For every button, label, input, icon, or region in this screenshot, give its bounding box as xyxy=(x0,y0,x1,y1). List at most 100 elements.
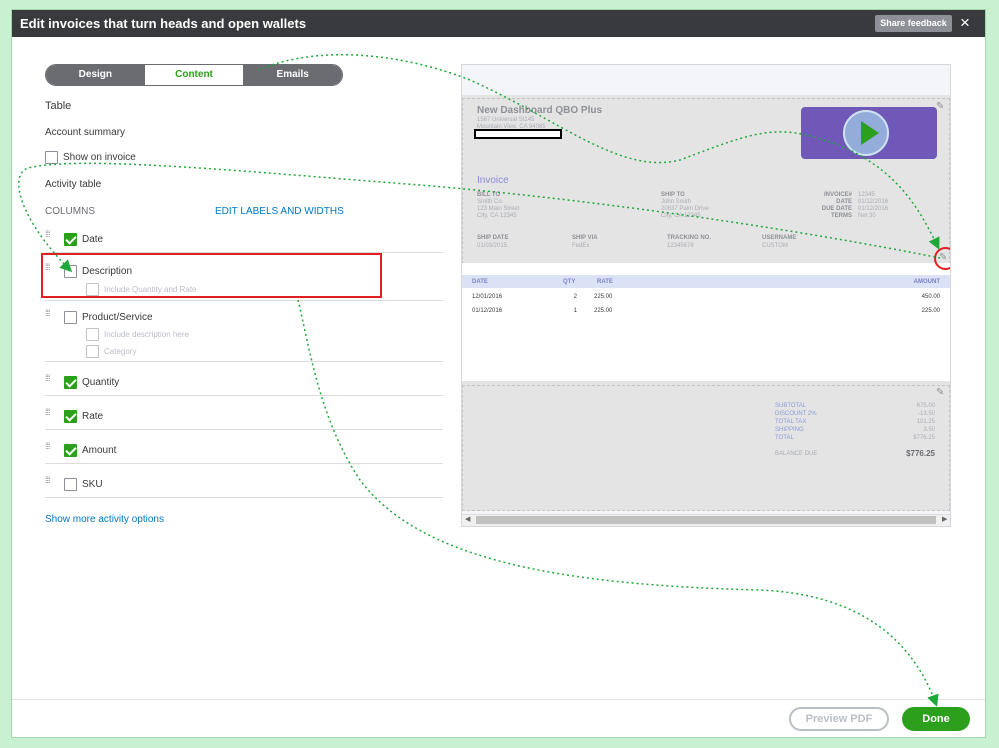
company-logo xyxy=(801,107,937,159)
divider xyxy=(45,300,443,301)
shipping-value: 3.50 xyxy=(923,427,935,433)
terms-value: Net 30 xyxy=(858,213,876,219)
shipping-label: SHIPPING xyxy=(775,427,804,433)
table-cell: 12/01/2016 xyxy=(472,294,503,300)
ship-to-line: 20637 Palm Drive xyxy=(661,206,709,212)
ship-to-line: John Smith xyxy=(661,199,692,205)
due-date-label: DUE DATE xyxy=(821,206,852,212)
ship-to-label: SHIP TO xyxy=(661,192,685,198)
show-on-invoice-label: Show on invoice xyxy=(63,152,136,163)
column-product-service-checkbox[interactable] xyxy=(64,311,77,324)
category-label: Category xyxy=(104,347,137,356)
total-tax-value: 101.25 xyxy=(916,419,935,425)
date-label: DATE xyxy=(836,199,852,205)
tab-content[interactable]: Content xyxy=(144,65,244,85)
scrollbar-thumb[interactable] xyxy=(476,516,936,524)
dialog-title: Edit invoices that turn heads and open w… xyxy=(20,16,307,31)
subtotal-value: 675.00 xyxy=(916,403,935,409)
bill-to-label: BILL TO xyxy=(477,192,501,198)
column-product-service-label: Product/Service xyxy=(82,312,153,323)
invoice-number-value: 12345 xyxy=(858,192,875,198)
discount-label: DISCOUNT 2% xyxy=(775,411,817,417)
account-summary-label: Account summary xyxy=(45,127,126,138)
ship-to-line: City, CA 12345 xyxy=(661,213,701,219)
include-description-checkbox[interactable] xyxy=(86,328,99,341)
balance-due-value: $776.25 xyxy=(906,449,935,458)
drag-handle-icon[interactable]: ⁞⁞⁞ xyxy=(45,230,50,239)
divider xyxy=(45,463,443,464)
content-tabs: Design Content Emails xyxy=(45,64,343,86)
table-cell: 2 xyxy=(573,294,577,300)
username-value: CUSTOM xyxy=(762,243,788,249)
table-header: QTY xyxy=(563,279,576,285)
pencil-highlight-circle xyxy=(934,247,950,270)
show-more-activity-link[interactable]: Show more activity options xyxy=(45,514,164,525)
drag-handle-icon[interactable]: ⁞⁞⁞ xyxy=(45,408,50,417)
terms-label: TERMS xyxy=(831,213,852,219)
column-rate-checkbox[interactable] xyxy=(64,410,77,423)
username-label: USERNAME xyxy=(762,235,797,241)
category-checkbox[interactable] xyxy=(86,345,99,358)
invoice-title: Invoice xyxy=(477,175,509,186)
table-cell: 01/12/2016 xyxy=(472,308,503,314)
table-cell: 225.00 xyxy=(594,308,613,314)
column-date-checkbox[interactable] xyxy=(64,233,77,246)
divider xyxy=(45,395,443,396)
table-header: DATE xyxy=(472,279,488,285)
edit-pencil-icon[interactable]: ✎ xyxy=(936,387,944,398)
section-title: Table xyxy=(45,100,72,112)
column-quantity-checkbox[interactable] xyxy=(64,376,77,389)
table-cell: 225.00 xyxy=(594,294,613,300)
total-label: TOTAL xyxy=(775,435,794,441)
table-header: RATE xyxy=(597,279,613,285)
tracking-label: TRACKING NO. xyxy=(667,235,711,241)
column-sku-checkbox[interactable] xyxy=(64,478,77,491)
activity-table-label: Activity table xyxy=(45,179,102,190)
balance-due-label: BALANCE DUE xyxy=(775,451,818,457)
drag-handle-icon[interactable]: ⁞⁞⁞ xyxy=(45,309,50,318)
tab-design[interactable]: Design xyxy=(46,65,145,85)
divider xyxy=(45,429,443,430)
redacted-bar xyxy=(474,129,562,139)
column-amount-label: Amount xyxy=(82,445,117,456)
edit-invoices-dialog: Edit invoices that turn heads and open w… xyxy=(12,10,985,737)
done-button[interactable]: Done xyxy=(902,707,970,731)
drag-handle-icon[interactable]: ⁞⁞⁞ xyxy=(45,476,50,485)
table-header-row xyxy=(462,275,950,288)
bill-to-line: Smith Co. xyxy=(477,199,504,205)
company-address-1: 1567 Universal St145 xyxy=(477,117,535,123)
table-cell: 450.00 xyxy=(921,294,940,300)
drag-handle-icon[interactable]: ⁞⁞⁞ xyxy=(45,374,50,383)
table-cell: 225.00 xyxy=(921,308,940,314)
ship-date-value: 01/03/2015 xyxy=(477,243,508,249)
table-header: AMOUNT xyxy=(913,279,940,285)
dialog-titlebar: Edit invoices that turn heads and open w… xyxy=(12,10,985,37)
divider xyxy=(45,361,443,362)
scroll-right-icon[interactable]: ▶ xyxy=(942,515,947,523)
total-tax-label: TOTAL TAX xyxy=(775,419,807,425)
column-date-label: Date xyxy=(82,234,104,245)
column-amount-checkbox[interactable] xyxy=(64,444,77,457)
preview-pdf-button[interactable]: Preview PDF xyxy=(789,707,889,731)
tab-emails[interactable]: Emails xyxy=(243,65,342,85)
description-highlight-box xyxy=(41,253,382,298)
table-cell: 1 xyxy=(573,308,577,314)
scroll-left-icon[interactable]: ◀ xyxy=(465,515,470,523)
columns-label: COLUMNS xyxy=(45,206,96,217)
bill-to-line: City, CA 12345 xyxy=(477,213,517,219)
edit-pencil-icon[interactable]: ✎ xyxy=(936,101,944,112)
column-quantity-label: Quantity xyxy=(82,377,120,388)
ship-date-label: SHIP DATE xyxy=(477,235,509,241)
drag-handle-icon[interactable]: ⁞⁞⁞ xyxy=(45,442,50,451)
edit-labels-link[interactable]: EDIT LABELS AND WIDTHS xyxy=(215,206,344,217)
show-on-invoice-checkbox[interactable] xyxy=(45,151,58,164)
close-icon[interactable]: × xyxy=(960,13,970,33)
discount-value: -13.50 xyxy=(917,411,935,417)
due-date-value: 01/12/2016 xyxy=(858,206,889,212)
date-value: 01/12/2016 xyxy=(858,199,889,205)
divider xyxy=(45,497,443,498)
invoice-preview: New Dashboard QBO Plus 1567 Universal St… xyxy=(461,64,951,527)
ship-via-label: SHIP VIA xyxy=(572,235,598,241)
include-description-label: Include description here xyxy=(104,330,189,339)
share-feedback-button[interactable]: Share feedback xyxy=(875,15,952,32)
